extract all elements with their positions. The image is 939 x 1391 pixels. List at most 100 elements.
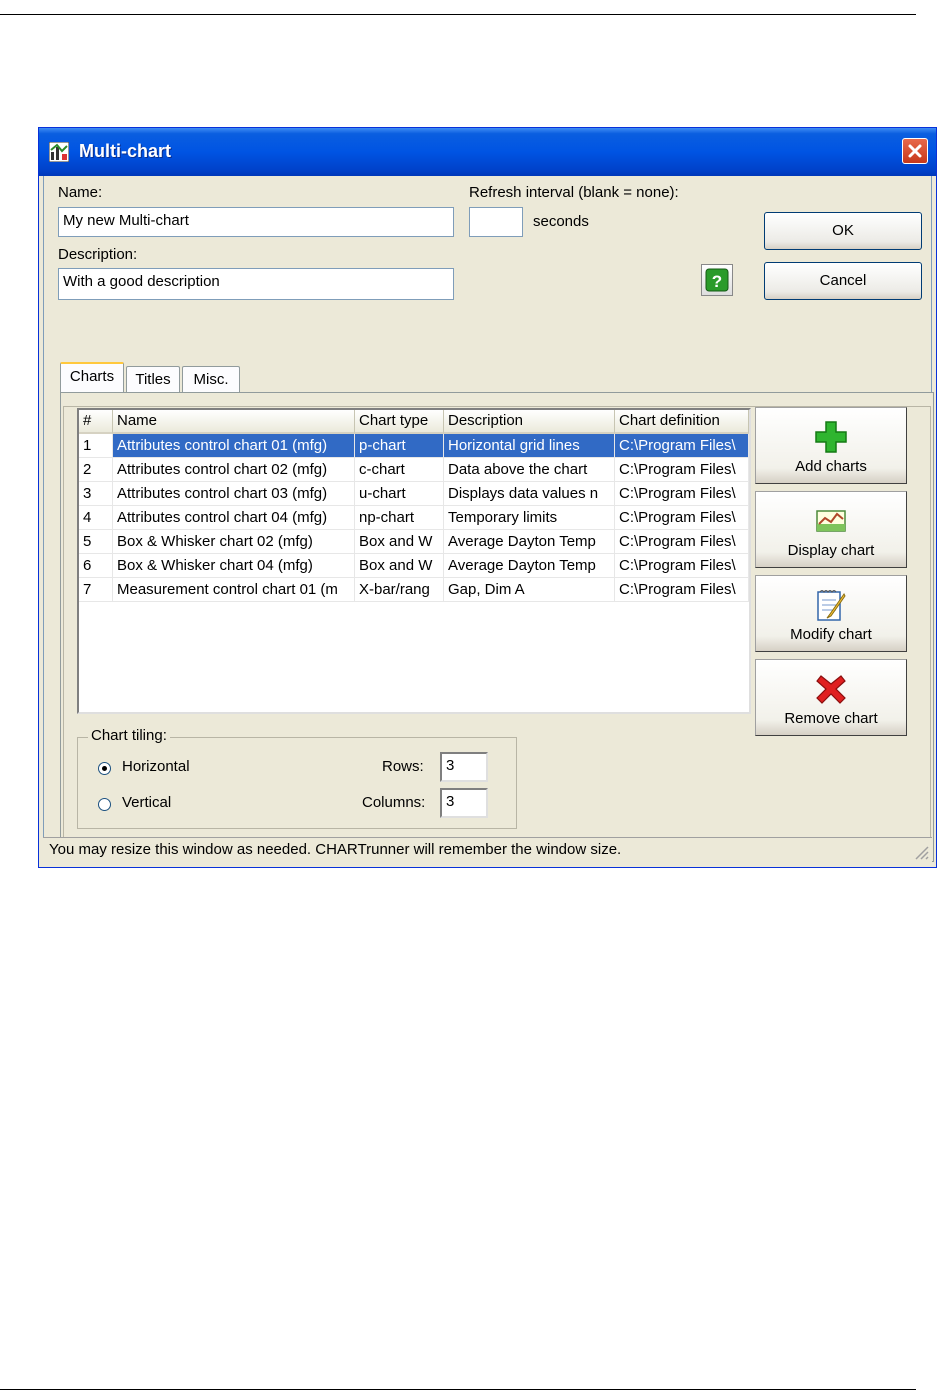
tab-misc[interactable]: Misc. [182, 366, 240, 394]
cancel-button[interactable]: Cancel [764, 262, 922, 300]
page-bottom-rule [0, 1389, 916, 1390]
row-name: Attributes control chart 01 (mfg) [113, 434, 355, 458]
row-name: Attributes control chart 02 (mfg) [113, 458, 355, 482]
horizontal-label: Horizontal [122, 758, 190, 775]
row-name: Box & Whisker chart 04 (mfg) [113, 554, 355, 578]
row-chart-definition: C:\Program Files\ [615, 530, 749, 554]
description-input[interactable]: With a good description [58, 268, 454, 300]
horizontal-radio[interactable] [98, 762, 111, 775]
column-header-chart-definition[interactable]: Chart definition [615, 410, 749, 434]
row-name: Measurement control chart 01 (m [113, 578, 355, 602]
modify-chart-button[interactable]: Modify chart [755, 575, 907, 652]
row-description: Data above the chart [444, 458, 615, 482]
vertical-label: Vertical [122, 794, 172, 811]
name-label: Name: [58, 184, 103, 201]
row-name: Attributes control chart 04 (mfg) [113, 506, 355, 530]
tab-titles-label: Titles [135, 371, 171, 388]
row-number: 5 [79, 530, 113, 554]
row-number: 1 [79, 434, 113, 458]
row-chart-type: u-chart [355, 482, 444, 506]
refresh-interval-label: Refresh interval (blank = none): [469, 184, 679, 201]
column-header-name[interactable]: Name [113, 410, 355, 434]
svg-text:?: ? [712, 272, 722, 291]
refresh-interval-input[interactable] [469, 207, 523, 237]
row-number: 3 [79, 482, 113, 506]
remove-chart-label: Remove chart [784, 710, 878, 727]
row-chart-definition: C:\Program Files\ [615, 554, 749, 578]
rows-label: Rows: [382, 758, 424, 775]
column-header-number[interactable]: # [79, 410, 113, 434]
vertical-radio[interactable] [98, 798, 111, 811]
row-chart-type: np-chart [355, 506, 444, 530]
row-chart-definition: C:\Program Files\ [615, 482, 749, 506]
chart-tiling-title: Chart tiling: [88, 727, 170, 744]
row-description: Temporary limits [444, 506, 615, 530]
display-chart-label: Display chart [787, 542, 875, 559]
charts-list[interactable]: # Name Chart type Description Chart defi… [77, 408, 751, 714]
close-button[interactable] [902, 138, 928, 164]
row-number: 6 [79, 554, 113, 578]
columns-label: Columns: [362, 794, 426, 811]
column-header-chart-type[interactable]: Chart type [355, 410, 444, 434]
row-number: 4 [79, 506, 113, 530]
row-chart-type: p-chart [355, 434, 444, 458]
plus-icon [815, 421, 847, 453]
help-icon: ? [705, 268, 729, 292]
row-chart-definition: C:\Program Files\ [615, 434, 749, 458]
multi-chart-dialog: Multi-chart Name: My new Multi-chart Des… [38, 127, 937, 868]
cancel-button-label: Cancel [819, 272, 867, 289]
table-row[interactable]: 5 Box & Whisker chart 02 (mfg) Box and W… [79, 530, 749, 554]
row-description: Average Dayton Temp [444, 530, 615, 554]
row-chart-type: Box and W [355, 554, 444, 578]
ok-button-label: OK [832, 222, 854, 239]
row-description: Horizontal grid lines [444, 434, 615, 458]
help-button[interactable]: ? [701, 264, 733, 296]
title-bar[interactable]: Multi-chart [39, 128, 936, 176]
display-chart-button[interactable]: Display chart [755, 491, 907, 568]
row-chart-type: c-chart [355, 458, 444, 482]
row-name: Attributes control chart 03 (mfg) [113, 482, 355, 506]
columns-input[interactable]: 3 [440, 788, 488, 818]
red-x-icon [816, 675, 846, 704]
table-row[interactable]: 6 Box & Whisker chart 04 (mfg) Box and W… [79, 554, 749, 578]
seconds-label: seconds [533, 213, 589, 230]
row-name: Box & Whisker chart 02 (mfg) [113, 530, 355, 554]
row-chart-type: X-bar/rang [355, 578, 444, 602]
column-header-description[interactable]: Description [444, 410, 615, 434]
tab-charts[interactable]: Charts [60, 362, 124, 394]
chart-tiling-group: Chart tiling: Horizontal Vertical Rows: … [77, 727, 517, 829]
status-bar: You may resize this window as needed. CH… [43, 837, 932, 863]
row-description: Average Dayton Temp [444, 554, 615, 578]
table-row[interactable]: 3 Attributes control chart 03 (mfg) u-ch… [79, 482, 749, 506]
modify-chart-label: Modify chart [790, 626, 872, 643]
table-row[interactable]: 4 Attributes control chart 04 (mfg) np-c… [79, 506, 749, 530]
row-description: Displays data values n [444, 482, 615, 506]
row-number: 2 [79, 458, 113, 482]
chart-app-icon [49, 142, 69, 162]
resize-grip-icon[interactable] [912, 843, 930, 861]
charts-tab-panel: # Name Chart type Description Chart defi… [60, 392, 934, 862]
status-text: You may resize this window as needed. CH… [49, 841, 622, 858]
chart-picture-icon [816, 510, 846, 532]
remove-chart-button[interactable]: Remove chart [755, 659, 907, 736]
add-charts-label: Add charts [795, 458, 867, 475]
row-chart-definition: C:\Program Files\ [615, 458, 749, 482]
table-row[interactable]: 2 Attributes control chart 02 (mfg) c-ch… [79, 458, 749, 482]
radio-selected-dot [102, 766, 107, 771]
row-chart-definition: C:\Program Files\ [615, 506, 749, 530]
tab-titles[interactable]: Titles [126, 366, 180, 394]
table-row[interactable]: 7 Measurement control chart 01 (m X-bar/… [79, 578, 749, 602]
dialog-body: Name: My new Multi-chart Description: Wi… [43, 176, 934, 863]
tab-misc-label: Misc. [193, 371, 229, 388]
close-icon [908, 144, 922, 158]
window-title: Multi-chart [79, 141, 171, 161]
ok-button[interactable]: OK [764, 212, 922, 250]
table-row[interactable]: 1 Attributes control chart 01 (mfg) p-ch… [79, 434, 749, 458]
row-number: 7 [79, 578, 113, 602]
page-top-rule [0, 14, 916, 15]
add-charts-button[interactable]: Add charts [755, 407, 907, 484]
row-description: Gap, Dim A [444, 578, 615, 602]
rows-input[interactable]: 3 [440, 752, 488, 782]
name-input[interactable]: My new Multi-chart [58, 207, 454, 237]
row-chart-definition: C:\Program Files\ [615, 578, 749, 602]
